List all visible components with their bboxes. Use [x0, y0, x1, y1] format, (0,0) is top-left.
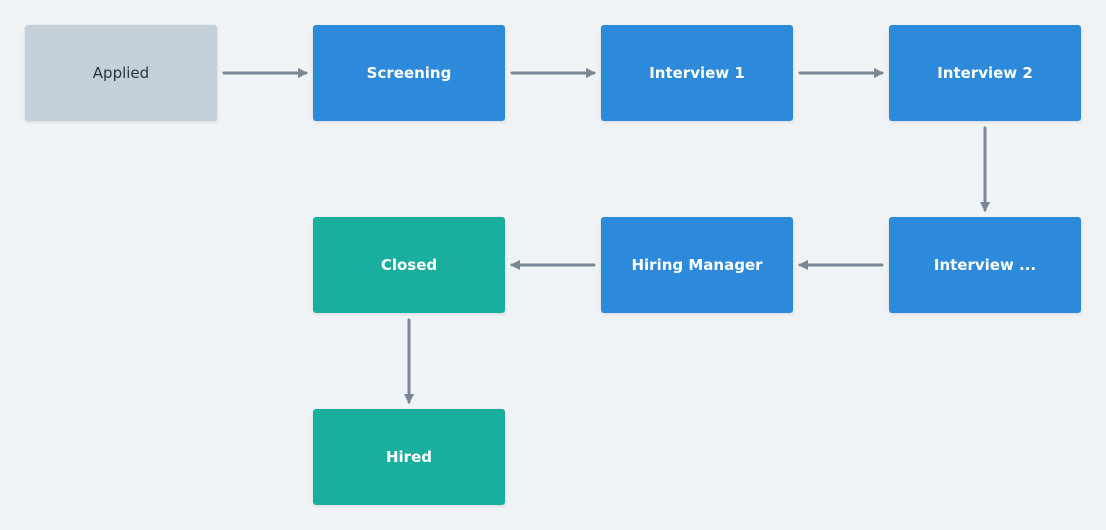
node-label: Interview ... — [933, 256, 1037, 274]
node-label: Screening — [366, 64, 452, 82]
node-hired[interactable]: Hired — [313, 409, 505, 505]
node-closed[interactable]: Closed — [313, 217, 505, 313]
node-interview-3[interactable]: Interview ... — [889, 217, 1081, 313]
node-interview-1[interactable]: Interview 1 — [601, 25, 793, 121]
node-label: Closed — [380, 256, 438, 274]
node-screening[interactable]: Screening — [313, 25, 505, 121]
node-label: Hired — [385, 448, 432, 466]
node-hiring-manager[interactable]: Hiring Manager — [601, 217, 793, 313]
node-applied[interactable]: Applied — [25, 25, 217, 121]
node-label: Applied — [92, 64, 150, 82]
node-label: Interview 1 — [649, 64, 745, 82]
node-label: Interview 2 — [937, 64, 1033, 82]
node-interview-2[interactable]: Interview 2 — [889, 25, 1081, 121]
node-label: Hiring Manager — [631, 256, 763, 274]
